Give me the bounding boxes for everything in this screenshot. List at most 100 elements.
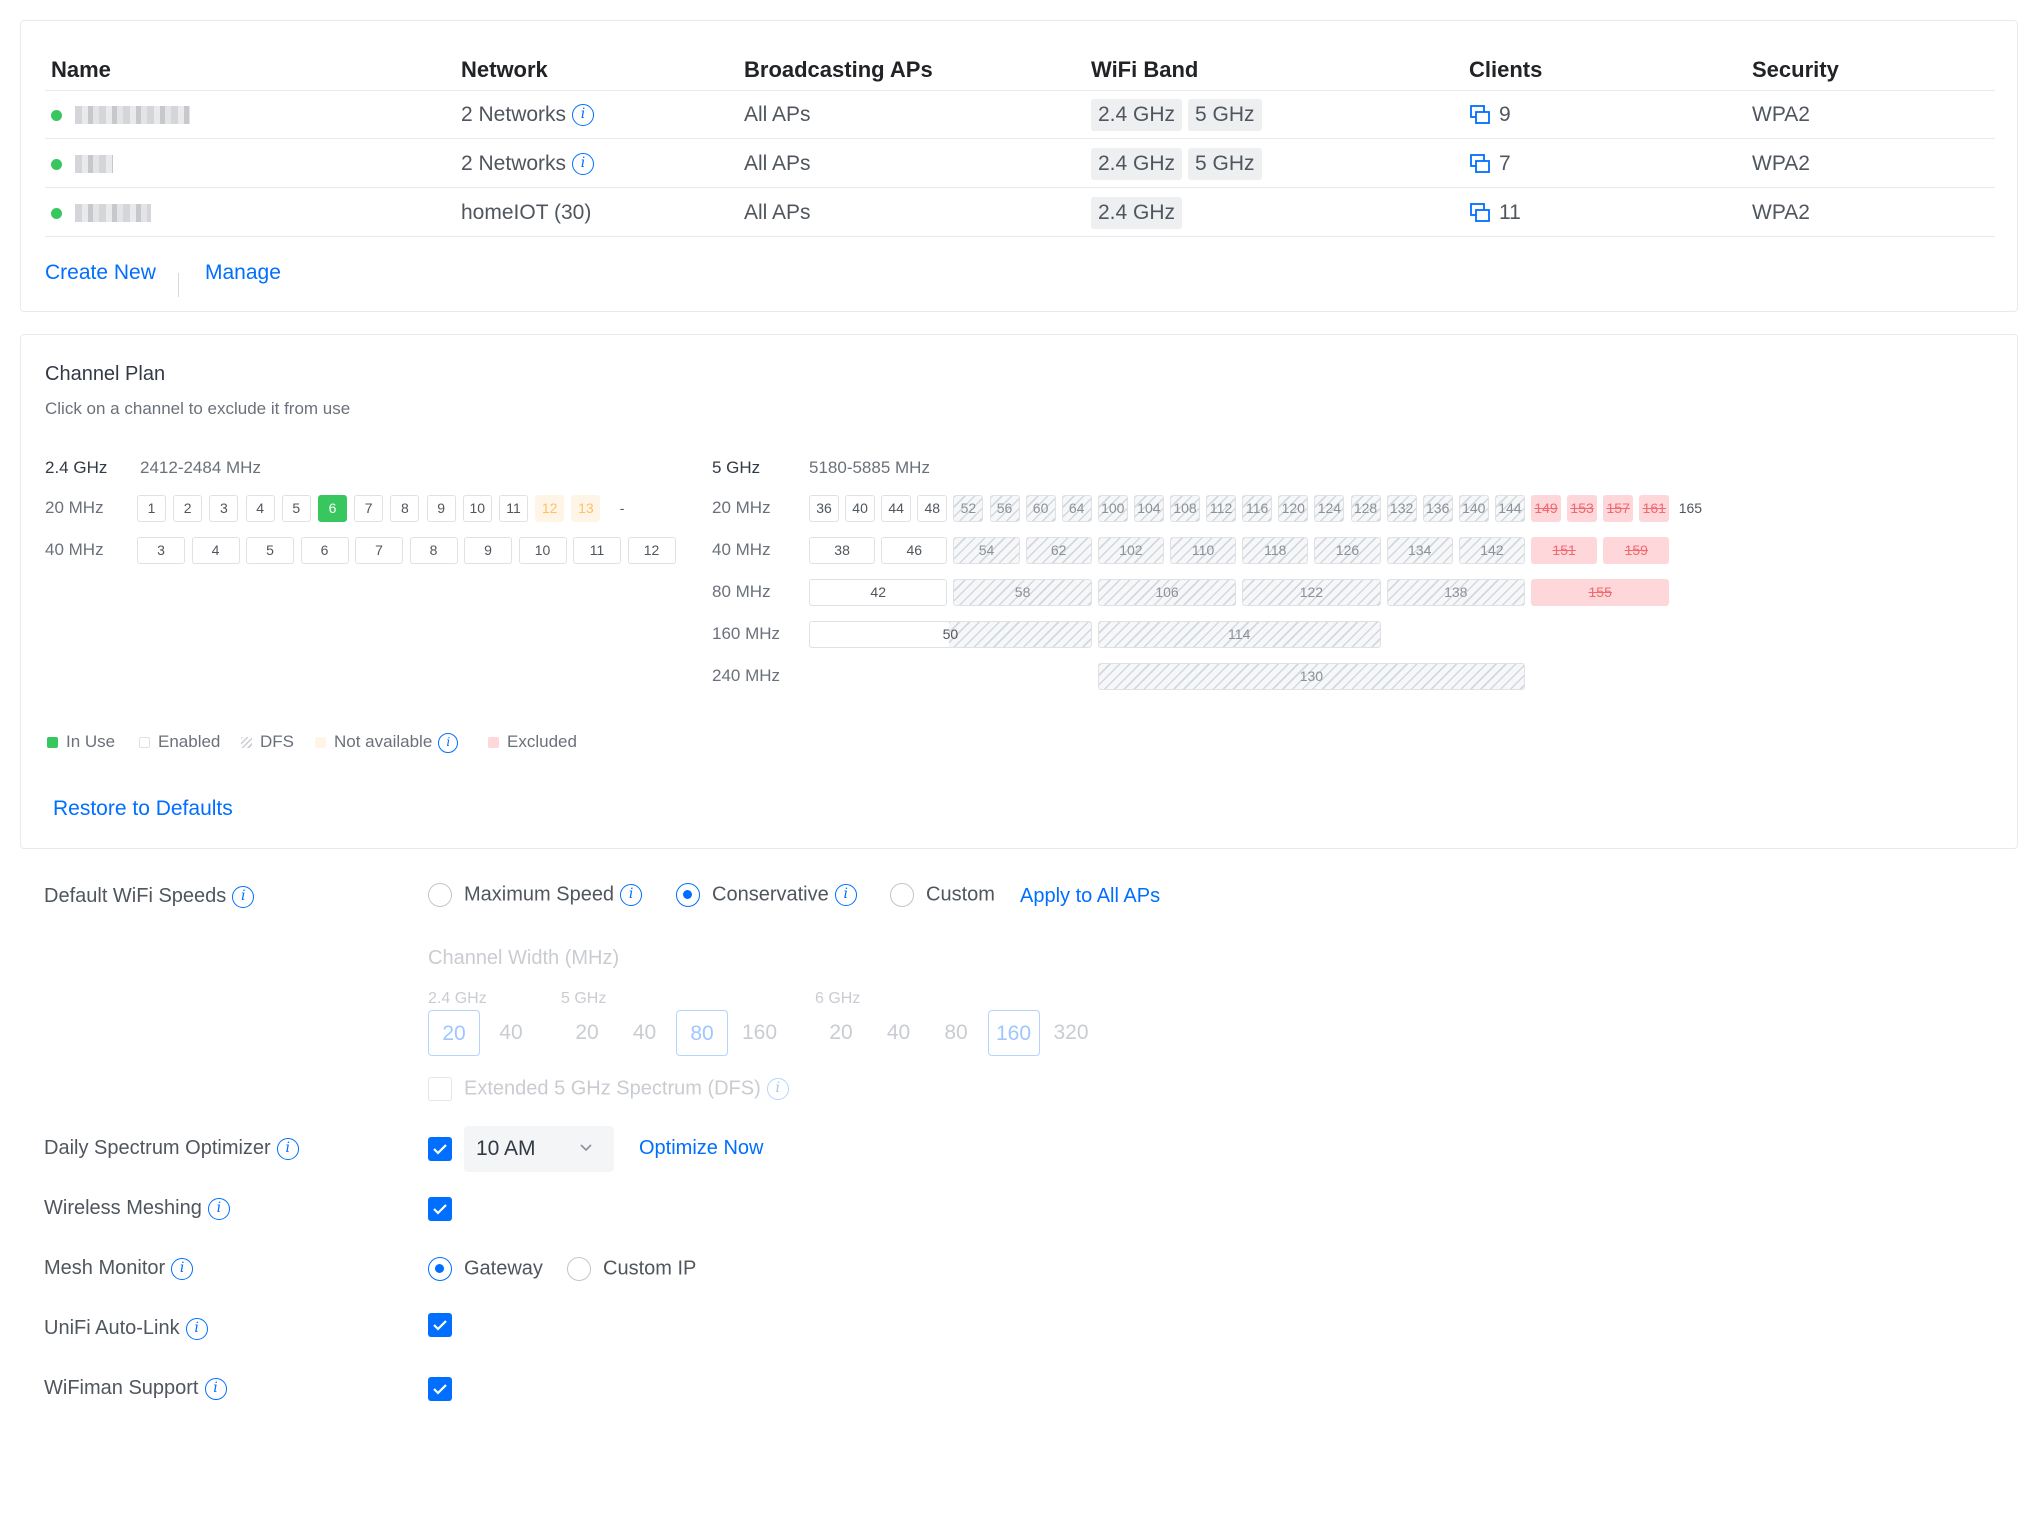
width-option-20[interactable]: 20 [815, 1010, 867, 1056]
optimizer-checkbox[interactable] [428, 1137, 452, 1161]
channel-106[interactable]: 106 [1097, 579, 1237, 606]
column-header-wifi-band[interactable]: WiFi Band [1091, 57, 1198, 83]
channel-8[interactable]: 8 [390, 495, 420, 522]
clients-cell[interactable]: 11 [1469, 189, 1521, 237]
meshing-checkbox[interactable] [428, 1197, 452, 1221]
channel-122[interactable]: 122 [1242, 579, 1381, 606]
channel-64[interactable]: 64 [1061, 495, 1092, 522]
channel-151[interactable]: 151 [1531, 537, 1598, 564]
channel-136[interactable]: 136 [1422, 495, 1453, 522]
info-icon[interactable]: i [620, 884, 643, 906]
radio-circle[interactable] [428, 883, 452, 907]
channel-114[interactable]: 114 [1097, 621, 1381, 648]
channel-102[interactable]: 102 [1097, 537, 1164, 564]
channel-54[interactable]: 54 [953, 537, 1020, 564]
info-icon[interactable]: i [185, 1317, 208, 1340]
channel-12[interactable]: 12 [627, 537, 676, 564]
channel-144[interactable]: 144 [1494, 495, 1525, 522]
info-icon[interactable]: i [276, 1137, 299, 1160]
clients-cell[interactable]: 9 [1469, 91, 1511, 139]
channel-2[interactable]: 2 [173, 495, 203, 522]
channel-120[interactable]: 120 [1278, 495, 1309, 522]
channel-6[interactable]: 6 [318, 495, 347, 522]
channel-8[interactable]: 8 [409, 537, 458, 564]
table-row[interactable]: 2 Networks i All APs 2.4 GHz 5 GHz 7 WPA2 [45, 140, 1995, 188]
channel-153[interactable]: 153 [1567, 495, 1598, 522]
channel-138[interactable]: 138 [1386, 579, 1525, 606]
info-icon[interactable]: i [834, 884, 857, 906]
channel-132[interactable]: 132 [1386, 495, 1417, 522]
info-icon[interactable]: i [438, 732, 459, 753]
channel-3[interactable]: 3 [209, 495, 239, 522]
info-icon[interactable]: i [171, 1257, 194, 1280]
width-option-160[interactable]: 160 [987, 1010, 1040, 1056]
width-option-40[interactable]: 40 [873, 1010, 925, 1056]
channel-157[interactable]: 157 [1603, 495, 1634, 522]
channel-13[interactable]: 13 [571, 495, 601, 522]
column-header-security[interactable]: Security [1752, 57, 1839, 83]
channel-142[interactable]: 142 [1458, 537, 1525, 564]
width-option-160[interactable]: 160 [734, 1010, 786, 1056]
radio-conservative[interactable]: Conservative i [676, 883, 857, 907]
info-icon[interactable]: i [232, 885, 255, 908]
channel-38[interactable]: 38 [809, 537, 876, 564]
channel-44[interactable]: 44 [881, 495, 912, 522]
info-icon[interactable]: i [204, 1377, 227, 1400]
channel-48[interactable]: 48 [917, 495, 948, 522]
optimizer-time-select[interactable]: 10 AM [464, 1126, 614, 1172]
column-header-broadcasting-aps[interactable]: Broadcasting APs [744, 57, 933, 83]
create-new-link[interactable]: Create New [45, 261, 156, 285]
dfs-checkbox-row[interactable]: Extended 5 GHz Spectrum (DFS) i [428, 1077, 789, 1101]
optimize-now-link[interactable]: Optimize Now [639, 1137, 763, 1160]
width-option-40[interactable]: 40 [485, 1010, 537, 1056]
channel-5[interactable]: 5 [246, 537, 294, 564]
channel-155[interactable]: 155 [1531, 579, 1670, 606]
info-icon[interactable]: i [572, 153, 595, 176]
channel-50[interactable]: 50 [809, 621, 1092, 648]
channel-4[interactable]: 4 [245, 495, 275, 522]
channel-130[interactable]: 130 [1097, 663, 1525, 690]
channel-112[interactable]: 112 [1206, 495, 1237, 522]
channel-6[interactable]: 6 [300, 537, 349, 564]
column-header-clients[interactable]: Clients [1469, 57, 1542, 83]
channel-4[interactable]: 4 [191, 537, 240, 564]
channel-126[interactable]: 126 [1314, 537, 1381, 564]
table-row[interactable]: homeIOT (30) All APs 2.4 GHz 11 WPA2 [45, 189, 1995, 237]
channel-118[interactable]: 118 [1242, 537, 1309, 564]
channel-11[interactable]: 11 [499, 495, 528, 522]
width-option-80[interactable]: 80 [676, 1010, 728, 1056]
channel-100[interactable]: 100 [1097, 495, 1128, 522]
channel-149[interactable]: 149 [1531, 495, 1561, 522]
manage-link[interactable]: Manage [205, 261, 281, 285]
channel-62[interactable]: 62 [1025, 537, 1092, 564]
column-header-name[interactable]: Name [51, 57, 111, 83]
wifiman-checkbox[interactable] [428, 1377, 452, 1401]
channel-7[interactable]: 7 [355, 537, 403, 564]
channel-5[interactable]: 5 [281, 495, 311, 522]
channel-3[interactable]: 3 [137, 537, 185, 564]
channel-104[interactable]: 104 [1133, 495, 1164, 522]
channel-124[interactable]: 124 [1314, 495, 1345, 522]
apply-to-all-aps-link[interactable]: Apply to All APs [1020, 885, 1160, 908]
channel-1[interactable]: 1 [137, 495, 166, 522]
channel-10[interactable]: 10 [518, 537, 567, 564]
channel-46[interactable]: 46 [881, 537, 948, 564]
channel-56[interactable]: 56 [989, 495, 1020, 522]
radio-circle[interactable] [676, 883, 700, 907]
auto-link-checkbox[interactable] [428, 1313, 452, 1337]
channel-12[interactable]: 12 [535, 495, 565, 522]
channel-52[interactable]: 52 [953, 495, 984, 522]
table-row[interactable]: 2 Networks i All APs 2.4 GHz 5 GHz 9 WPA2 [45, 91, 1995, 139]
channel-140[interactable]: 140 [1458, 495, 1489, 522]
clients-cell[interactable]: 7 [1469, 140, 1511, 188]
channel-116[interactable]: 116 [1242, 495, 1273, 522]
channel-161[interactable]: 161 [1639, 495, 1670, 522]
width-option-320[interactable]: 320 [1045, 1010, 1097, 1056]
radio-circle[interactable] [890, 883, 914, 907]
channel-36[interactable]: 36 [809, 495, 839, 522]
restore-defaults-link[interactable]: Restore to Defaults [53, 797, 233, 821]
channel-110[interactable]: 110 [1170, 537, 1237, 564]
channel-11[interactable]: 11 [573, 537, 621, 564]
width-option-40[interactable]: 40 [619, 1010, 671, 1056]
radio-custom[interactable]: Custom [890, 883, 995, 907]
